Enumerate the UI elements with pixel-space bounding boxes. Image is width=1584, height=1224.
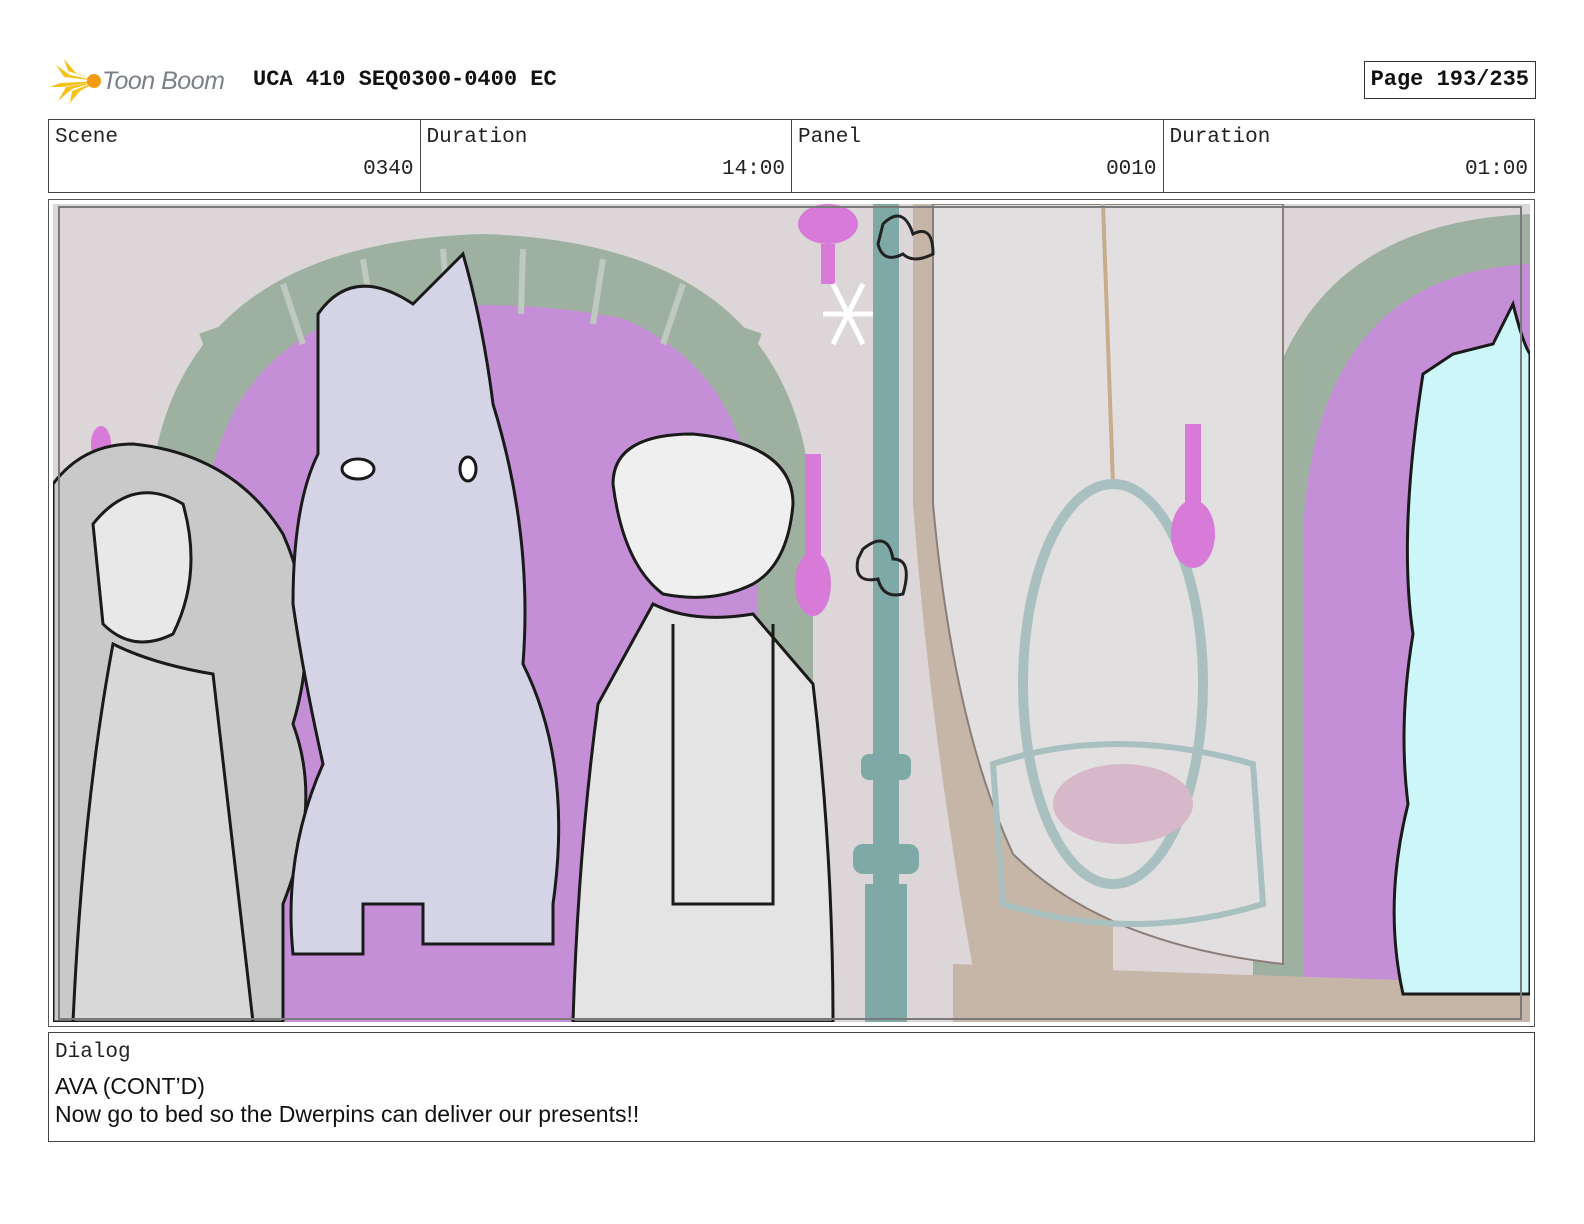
dialog-section: Dialog AVA (CONT’D) Now go to bed so the… <box>48 1032 1535 1142</box>
document-title: UCA 410 SEQ0300-0400 EC <box>253 67 557 92</box>
dialog-speaker: AVA (CONT’D) <box>55 1073 205 1099</box>
scene-duration-label: Duration <box>426 126 528 149</box>
starburst-icon <box>50 59 101 103</box>
dialog-line: Now go to bed so the Dwerpins can delive… <box>55 1101 640 1127</box>
scene-value: 0340 <box>363 158 414 181</box>
scene-duration-cell: Duration 14:00 <box>421 120 792 192</box>
panel-duration-cell: Duration 01:00 <box>1164 120 1535 192</box>
panel-cell: Panel 0010 <box>792 120 1164 192</box>
storyboard-panel <box>48 199 1535 1027</box>
panel-duration-value: 01:00 <box>1464 158 1528 181</box>
panel-artwork <box>53 204 1530 1022</box>
page-number: Page 193/235 <box>1363 61 1536 99</box>
girl-character <box>53 442 308 1022</box>
logo-text: Toon Boom <box>102 67 225 95</box>
scene-cell: Scene 0340 <box>49 120 421 192</box>
page-header: Toon Boom UCA 410 SEQ0300-0400 EC Page 1… <box>50 55 1536 105</box>
panel-value: 0010 <box>1106 158 1157 181</box>
pink-pillow <box>1053 764 1193 844</box>
dialog-label: Dialog <box>55 1041 131 1064</box>
toon-boom-logo: Toon Boom <box>50 57 240 105</box>
panel-duration-label: Duration <box>1169 126 1271 149</box>
scene-info-table: Scene 0340 Duration 14:00 Panel 0010 Dur… <box>48 119 1535 193</box>
storyboard-sketch <box>53 204 1530 1022</box>
panel-label: Panel <box>798 126 862 149</box>
scene-duration-value: 14:00 <box>721 158 785 181</box>
scene-label: Scene <box>55 126 119 149</box>
